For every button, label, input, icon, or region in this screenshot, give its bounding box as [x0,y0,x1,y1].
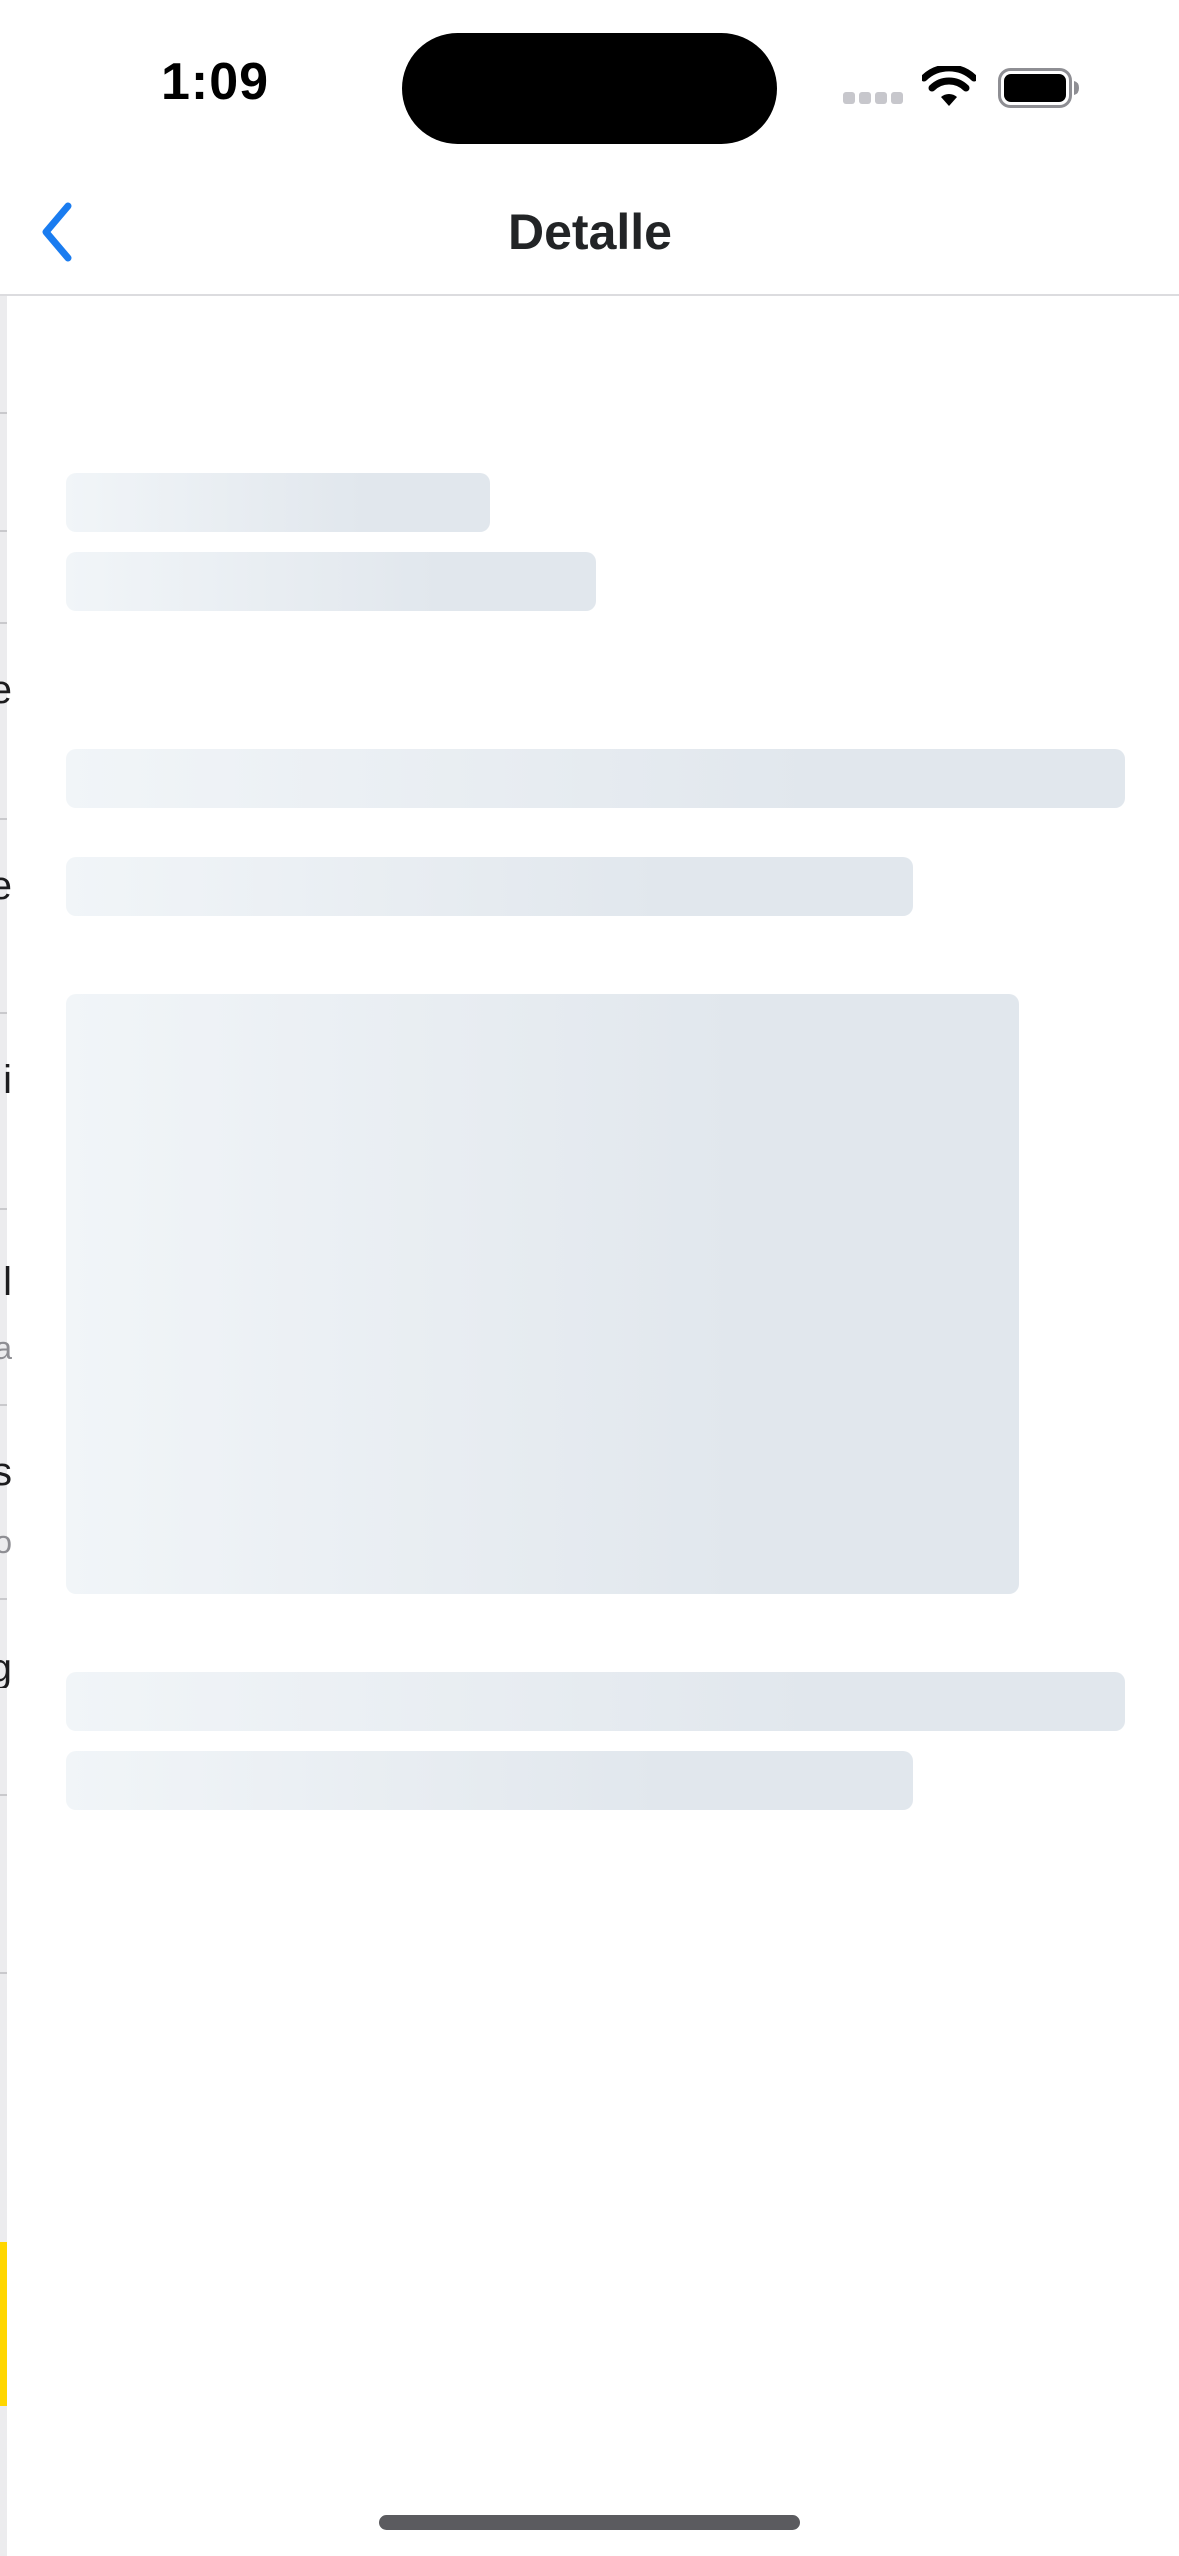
background-highlight [0,2242,7,2406]
background-divider [0,1208,7,1210]
background-divider [0,1012,7,1014]
background-subtext: a [0,1330,12,1366]
status-bar: 1:09 [0,0,1179,170]
back-button[interactable] [10,184,106,280]
screen: e e i l a s o g 1:09 Detalle [0,0,1179,2556]
background-divider [0,530,7,532]
wifi-icon [920,64,978,110]
skeleton-text-line [66,857,913,916]
background-text: l [3,1262,12,1302]
background-subtext: o [0,1524,12,1560]
page-title: Detalle [508,204,672,260]
skeleton-text-line [66,1751,913,1810]
navigation-bar: Detalle [0,170,1179,296]
background-text: e [0,866,12,906]
skeleton-title-line [66,473,490,532]
background-divider [0,1598,7,1600]
background-screen-edge [0,294,7,2556]
background-divider [0,1794,7,1796]
background-text: s [0,1452,12,1492]
status-time: 1:09 [160,53,270,111]
skeleton-text-line [66,749,1125,808]
skeleton-image-block [66,994,1019,1594]
background-divider [0,1404,7,1406]
home-indicator[interactable] [379,2515,800,2530]
skeleton-text-line [66,1672,1125,1731]
background-divider [0,1972,7,1974]
dynamic-island [402,33,777,144]
background-divider [0,818,7,820]
skeleton-subtitle-line [66,552,596,611]
cellular-signal-icon [843,92,905,106]
background-divider [0,412,7,414]
background-text: g [0,1648,12,1688]
background-text: e [0,670,12,710]
battery-icon [998,68,1080,108]
background-divider [0,622,7,624]
chevron-left-icon [42,202,72,262]
background-text: i [3,1060,12,1100]
